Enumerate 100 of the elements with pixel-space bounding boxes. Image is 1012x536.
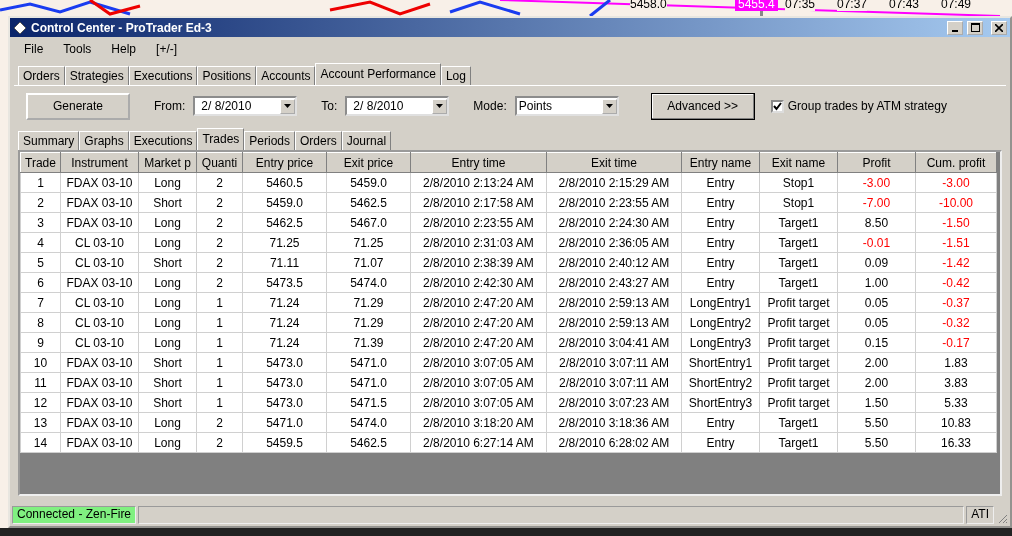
table-cell: 3.83 <box>915 372 997 393</box>
table-cell: Target1 <box>759 272 838 293</box>
table-cell: 2.00 <box>837 372 916 393</box>
table-cell: 2/8/2010 2:40:12 AM <box>546 252 682 273</box>
table-cell: 2/8/2010 2:38:39 AM <box>410 252 547 273</box>
table-cell: Entry <box>681 192 760 213</box>
tab[interactable]: Orders <box>295 131 342 150</box>
dropdown-icon <box>280 98 296 114</box>
table-cell: Entry <box>681 432 760 453</box>
table-cell: 71.29 <box>326 312 411 333</box>
dropdown-icon <box>432 98 448 114</box>
column-header[interactable]: Exit price <box>326 152 411 173</box>
tab[interactable]: Summary <box>18 131 80 150</box>
table-cell: 5.50 <box>837 412 916 433</box>
menu-item[interactable]: [+/-] <box>146 40 188 58</box>
column-header[interactable]: Entry price <box>242 152 327 173</box>
tab[interactable]: Graphs <box>79 131 129 150</box>
time-label: 07:43 <box>889 0 920 11</box>
checkbox[interactable] <box>770 99 784 113</box>
resize-grip-icon <box>996 512 1008 524</box>
app-icon <box>13 20 27 35</box>
table-cell: Profit target <box>759 372 838 393</box>
table-cell: 5473.0 <box>242 352 327 373</box>
table-cell: 2/8/2010 2:59:13 AM <box>546 312 682 333</box>
table-cell: 71.07 <box>326 252 411 273</box>
column-header[interactable]: Profit <box>837 152 916 173</box>
minimize-icon <box>952 29 958 32</box>
column-header[interactable]: Cum. profit <box>915 152 997 173</box>
table-cell: 1 <box>196 372 243 393</box>
table-cell: 2/8/2010 3:07:05 AM <box>410 372 547 393</box>
column-header[interactable]: Market p <box>138 152 197 173</box>
minimize-button[interactable] <box>947 20 963 35</box>
table-cell: Long <box>138 312 197 333</box>
table-cell: Short <box>138 192 197 213</box>
table-cell: Profit target <box>759 292 838 313</box>
checkbox-label: Group trades by ATM strategy <box>787 98 947 115</box>
price-tag: 5455.4 <box>735 0 778 11</box>
table-cell: CL 03-10 <box>60 292 139 313</box>
menu-item[interactable]: Tools <box>53 40 102 58</box>
table-cell: -1.50 <box>915 212 997 233</box>
tab[interactable]: Strategies <box>64 66 129 85</box>
column-header[interactable]: Exit name <box>759 152 838 173</box>
table-cell: 7 <box>20 292 61 313</box>
menu-item[interactable]: Help <box>101 40 147 58</box>
table-cell: ShortEntry3 <box>681 392 760 413</box>
table-cell: FDAX 03-10 <box>60 172 139 193</box>
tab[interactable]: Account Performance <box>315 63 441 85</box>
table-cell: Profit target <box>759 392 838 413</box>
table-cell: 5471.0 <box>326 352 411 373</box>
maximize-button[interactable] <box>967 20 983 35</box>
table-cell: 2/8/2010 2:43:27 AM <box>546 272 682 293</box>
table-cell: 5459.0 <box>242 192 327 213</box>
tab[interactable]: Periods <box>244 131 295 150</box>
table-cell: 5473.0 <box>242 372 327 393</box>
table-cell: 1 <box>20 172 61 193</box>
mode-dropdown[interactable]: Points <box>514 96 619 116</box>
table-cell: 2/8/2010 2:13:24 AM <box>410 172 547 193</box>
connection-status: Connected - Zen-Fire <box>12 506 137 524</box>
tab[interactable]: Trades <box>197 128 245 150</box>
table-cell: Long <box>138 332 197 353</box>
menu-item[interactable]: File <box>14 40 54 58</box>
table-cell: 5460.5 <box>242 172 327 193</box>
table-cell: Target1 <box>759 412 838 433</box>
table-cell: 0.15 <box>837 332 916 353</box>
column-header[interactable]: Trade <box>20 152 61 173</box>
table-cell: 2/8/2010 3:07:11 AM <box>546 372 682 393</box>
date-field[interactable]: 2/ 8/2010 <box>345 96 450 116</box>
table-cell: 0.09 <box>837 252 916 273</box>
date-field[interactable]: 2/ 8/2010 <box>193 96 298 116</box>
table-cell: 1 <box>196 292 243 313</box>
table-cell: Entry <box>681 212 760 233</box>
column-header[interactable]: Quanti <box>196 152 243 173</box>
tab[interactable]: Accounts <box>256 66 316 85</box>
close-button[interactable] <box>991 20 1007 35</box>
table-cell: 2 <box>196 172 243 193</box>
table-cell: LongEntry1 <box>681 292 760 313</box>
generate-button[interactable]: Generate <box>26 92 130 120</box>
table-cell: 4 <box>20 232 61 253</box>
tab[interactable]: Executions <box>128 66 198 85</box>
table-cell: Long <box>138 172 197 193</box>
table-cell: 2/8/2010 2:17:58 AM <box>410 192 547 213</box>
table-cell: -3.00 <box>915 172 997 193</box>
column-header[interactable]: Instrument <box>60 152 139 173</box>
table-cell: FDAX 03-10 <box>60 212 139 233</box>
tab[interactable]: Orders <box>18 66 65 85</box>
tab[interactable]: Journal <box>341 131 392 150</box>
tab[interactable]: Executions <box>128 131 198 150</box>
column-header[interactable]: Entry time <box>410 152 547 173</box>
table-cell: 2/8/2010 3:18:20 AM <box>410 412 547 433</box>
advanced-button[interactable]: Advanced >> <box>650 92 755 120</box>
column-header[interactable]: Entry name <box>681 152 760 173</box>
table-cell: 5473.0 <box>242 392 327 413</box>
table-cell: 71.11 <box>242 252 327 273</box>
tab[interactable]: Positions <box>197 66 257 85</box>
tab[interactable]: Log <box>440 66 471 85</box>
table-cell: 2 <box>196 212 243 233</box>
table-cell: 71.25 <box>326 232 411 253</box>
table-cell: 8 <box>20 312 61 333</box>
column-header[interactable]: Exit time <box>546 152 682 173</box>
table-cell: 16.33 <box>915 432 997 453</box>
